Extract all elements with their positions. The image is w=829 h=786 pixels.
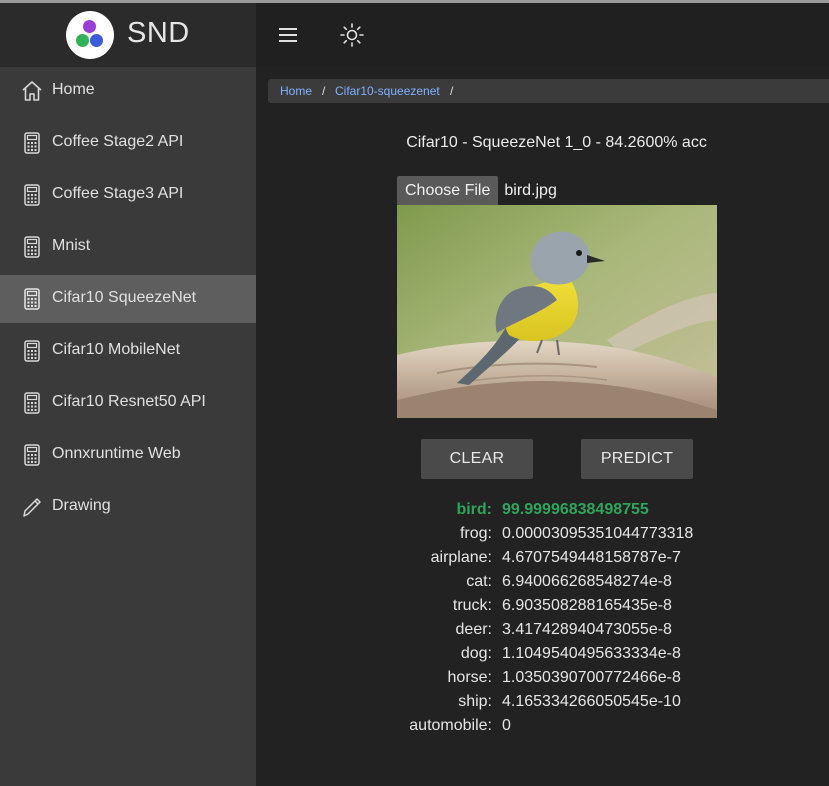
result-row: automobile: 0 [268, 714, 829, 738]
result-probability: 4.165334266050545e-10 [502, 693, 681, 710]
sidebar-item-label: Drawing [52, 497, 111, 514]
sidebar-item-mnist[interactable]: Mnist [0, 223, 256, 271]
sidebar-item-cifar10-resnet50-api[interactable]: Cifar10 Resnet50 API [0, 379, 256, 427]
calculator-icon [21, 391, 43, 415]
result-row: cat: 6.940066268548274e-8 [268, 570, 829, 594]
breadcrumb: Home / Cifar10-squeezenet / [268, 79, 829, 103]
result-probability: 6.940066268548274e-8 [502, 573, 672, 590]
breadcrumb-home-link[interactable]: Home [280, 84, 312, 98]
result-class-label: bird: [456, 501, 492, 518]
result-class-label: dog: [460, 645, 492, 662]
logo [66, 11, 114, 59]
result-row: deer: 3.417428940473055e-8 [268, 618, 829, 642]
result-class-label: ship: [458, 693, 492, 710]
app-name: SND [127, 17, 190, 49]
result-class-label: frog: [459, 525, 492, 542]
result-probability: 6.903508288165435e-8 [502, 597, 672, 614]
breadcrumb-separator: / [450, 84, 454, 98]
sidebar-item-cifar10-squeezenet[interactable]: Cifar10 SqueezeNet [0, 275, 256, 323]
sidebar-item-onnxruntime-web[interactable]: Onnxruntime Web [0, 431, 256, 479]
result-probability: 0 [502, 717, 511, 734]
result-probability: 3.417428940473055e-8 [502, 621, 672, 638]
result-class-label: truck: [452, 597, 492, 614]
result-class-label: airplane: [430, 549, 492, 566]
calculator-icon [21, 287, 43, 311]
sun-icon[interactable] [336, 19, 368, 51]
calculator-icon [21, 443, 43, 467]
result-probability: 99.99996838498755 [502, 501, 649, 518]
result-row: bird: 99.99996838498755 [268, 498, 829, 522]
calculator-icon [21, 131, 43, 155]
result-class-label: horse: [447, 669, 492, 686]
sidebar-item-label: Mnist [52, 237, 91, 254]
result-probability: 4.6707549448158787e-7 [502, 549, 681, 566]
sidebar-item-label: Onnxruntime Web [52, 445, 181, 462]
result-row: horse: 1.0350390700772466e-8 [268, 666, 829, 690]
clear-button[interactable]: CLEAR [421, 439, 533, 479]
sidebar-item-label: Home [52, 81, 95, 98]
result-row: airplane: 4.6707549448158787e-7 [268, 546, 829, 570]
result-row: dog: 1.1049540495633334e-8 [268, 642, 829, 666]
pencil-icon [21, 495, 43, 519]
calculator-icon [21, 183, 43, 207]
sidebar-item-label: Coffee Stage3 API [52, 185, 184, 202]
result-class-label: deer: [455, 621, 492, 638]
result-class-label: automobile: [409, 717, 492, 734]
result-class-label: cat: [466, 573, 492, 590]
result-row: ship: 4.165334266050545e-10 [268, 690, 829, 714]
sidebar-item-coffee-stage3-api[interactable]: Coffee Stage3 API [0, 171, 256, 219]
brand[interactable]: SND [0, 3, 256, 67]
sidebar-item-drawing[interactable]: Drawing [0, 483, 256, 531]
home-icon [21, 79, 43, 103]
selected-file-name: bird.jpg [504, 181, 557, 199]
sidebar-item-label: Cifar10 SqueezeNet [52, 289, 197, 306]
sidebar-item-cifar10-mobilenet[interactable]: Cifar10 MobileNet [0, 327, 256, 375]
result-probability: 1.1049540495633334e-8 [502, 645, 681, 662]
image-preview [397, 205, 717, 418]
sidebar-item-label: Cifar10 Resnet50 API [52, 393, 206, 410]
sidebar-item-label: Cifar10 MobileNet [52, 341, 181, 358]
breadcrumb-separator: / [322, 84, 326, 98]
choose-file-button[interactable]: Choose File [397, 176, 499, 205]
sidebar: Home Coffee Stage2 API Coffee Stage3 API… [0, 67, 256, 786]
breadcrumb-current-link[interactable]: Cifar10-squeezenet [335, 84, 440, 98]
sidebar-item-label: Coffee Stage2 API [52, 133, 184, 150]
top-bar: SND [0, 0, 829, 67]
result-row: truck: 6.903508288165435e-8 [268, 594, 829, 618]
result-row: frog: 0.00003095351044773318 [268, 522, 829, 546]
predict-button[interactable]: PREDICT [581, 439, 693, 479]
result-probability: 1.0350390700772466e-8 [502, 669, 681, 686]
sidebar-item-coffee-stage2-api[interactable]: Coffee Stage2 API [0, 119, 256, 167]
page-title: Cifar10 - SqueezeNet 1_0 - 84.2600% acc [406, 134, 707, 151]
sidebar-item-home[interactable]: Home [0, 67, 256, 115]
hamburger-menu-icon[interactable] [272, 19, 304, 51]
calculator-icon [21, 339, 43, 363]
result-probability: 0.00003095351044773318 [502, 525, 694, 542]
file-input[interactable]: Choose File bird.jpg [397, 176, 557, 205]
calculator-icon [21, 235, 43, 259]
